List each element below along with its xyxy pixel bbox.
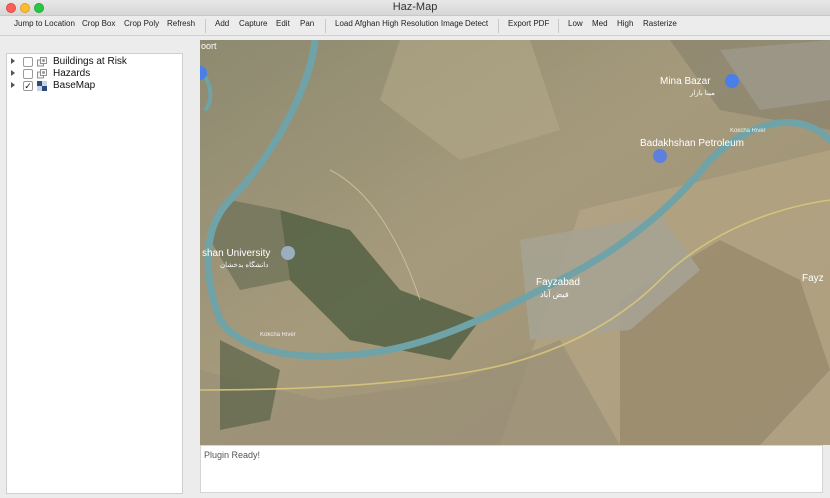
add-button[interactable]: Add — [215, 19, 229, 28]
expand-arrow-icon[interactable] — [11, 58, 15, 64]
toolbar-separator — [498, 19, 499, 33]
toolbar-separator — [205, 19, 206, 33]
capture-button[interactable]: Capture — [239, 19, 267, 28]
layers-panel: Buildings at Risk Hazards ✓ BaseMap — [6, 53, 183, 494]
title-bar: Haz-Map — [0, 0, 830, 16]
poi-marker-icon[interactable] — [281, 246, 295, 260]
jump-to-location-button[interactable]: Jump to Location — [14, 19, 75, 28]
toolbar-separator — [325, 19, 326, 33]
layer-visibility-checkbox[interactable]: ✓ — [23, 81, 33, 91]
layer-label: Hazards — [53, 68, 91, 79]
pan-button[interactable]: Pan — [300, 19, 314, 28]
layer-item-basemap[interactable]: ✓ BaseMap — [7, 80, 182, 92]
status-panel: Plugin Ready! — [200, 445, 823, 493]
map-label-fayz-edge: Fayz — [802, 273, 824, 284]
map-canvas[interactable]: Mina Bazar مینا بازار Badakhshan Petrole… — [200, 40, 830, 445]
detect-button[interactable]: Detect — [465, 19, 488, 28]
refresh-button[interactable]: Refresh — [167, 19, 195, 28]
map-label-university-local: دانشگاه بدخشان — [220, 260, 268, 269]
high-button[interactable]: High — [617, 19, 633, 28]
expand-arrow-icon[interactable] — [11, 70, 15, 76]
load-afghan-image-button[interactable]: Load Afghan High Resolution Image — [335, 19, 463, 28]
crop-box-button[interactable]: Crop Box — [82, 19, 115, 28]
map-label-petroleum: Badakhshan Petroleum — [640, 138, 744, 149]
map-label-university: shan University — [202, 248, 270, 259]
layer-label: Buildings at Risk — [53, 56, 127, 67]
window-title: Haz-Map — [392, 1, 438, 13]
layer-item-hazards[interactable]: Hazards — [7, 68, 182, 80]
layer-visibility-checkbox[interactable] — [23, 69, 33, 79]
toolbar: Jump to Location Crop Box Crop Poly Refr… — [0, 16, 830, 36]
poi-marker-icon[interactable] — [725, 74, 739, 88]
med-button[interactable]: Med — [592, 19, 608, 28]
layer-label: BaseMap — [53, 80, 96, 91]
expand-arrow-icon[interactable] — [11, 82, 15, 88]
map-label-river: Kokcha River — [260, 332, 296, 338]
edit-button[interactable]: Edit — [276, 19, 290, 28]
map-label-river: Kokcha River — [730, 128, 766, 134]
status-message: Plugin Ready! — [204, 450, 261, 460]
vector-layer-icon — [37, 57, 47, 67]
vector-layer-icon — [37, 69, 47, 79]
satellite-basemap[interactable]: Mina Bazar مینا بازار Badakhshan Petrole… — [200, 40, 830, 445]
poi-marker-icon[interactable] — [653, 149, 667, 163]
map-label-fayzabad: Fayzabad — [536, 277, 580, 288]
toolbar-separator — [558, 19, 559, 33]
map-label-mina-bazar: Mina Bazar — [660, 76, 711, 87]
layer-visibility-checkbox[interactable] — [23, 57, 33, 67]
crop-poly-button[interactable]: Crop Poly — [124, 19, 159, 28]
layer-item-buildings-at-risk[interactable]: Buildings at Risk — [7, 56, 182, 68]
map-label-mina-bazar-local: مینا بازار — [689, 89, 715, 97]
rasterize-button[interactable]: Rasterize — [643, 19, 677, 28]
map-label-top-left-fragment: oort — [201, 41, 217, 51]
raster-layer-icon — [37, 81, 47, 91]
low-button[interactable]: Low — [568, 19, 583, 28]
map-label-fayzabad-local: فیض آباد — [540, 289, 569, 299]
export-pdf-button[interactable]: Export PDF — [508, 19, 549, 28]
app-window: Haz-Map Jump to Location Crop Box Crop P… — [0, 0, 830, 498]
